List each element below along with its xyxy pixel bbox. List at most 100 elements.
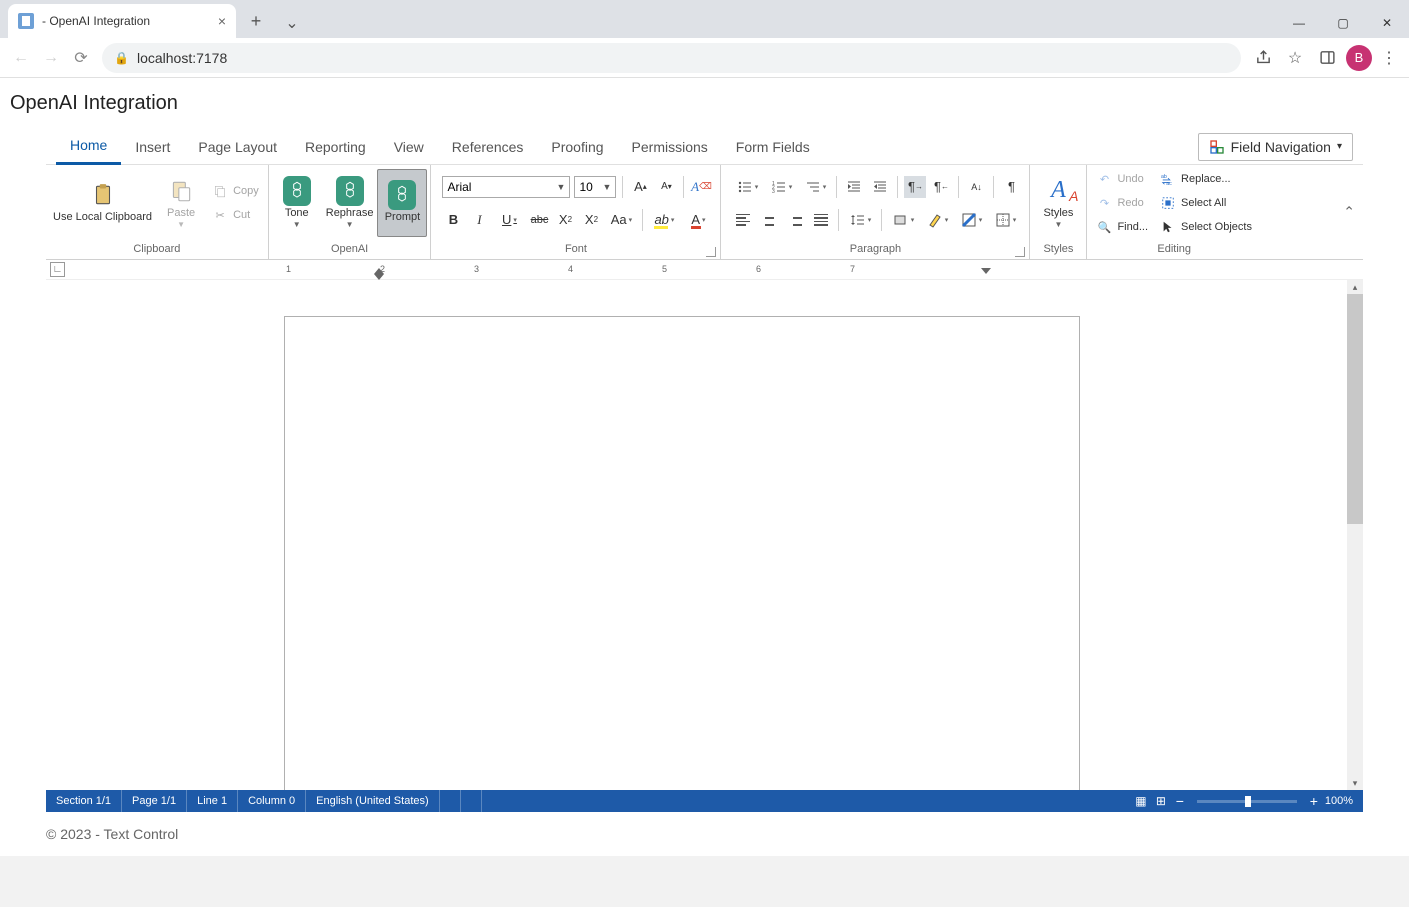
- status-language[interactable]: English (United States): [306, 790, 440, 812]
- redo-button[interactable]: ↷Redo: [1092, 192, 1152, 214]
- superscript-button[interactable]: X2: [580, 209, 602, 231]
- justify-button[interactable]: [810, 209, 832, 231]
- numbering-button[interactable]: 123▾: [766, 176, 796, 198]
- underline-button[interactable]: U▾: [494, 209, 524, 231]
- find-button[interactable]: 🔍Find...: [1092, 216, 1152, 238]
- sort-button[interactable]: A↓: [965, 176, 987, 198]
- ruler-corner-icon[interactable]: ∟: [50, 262, 65, 277]
- status-column[interactable]: Column 0: [238, 790, 306, 812]
- replace-label: Replace...: [1181, 173, 1231, 185]
- address-bar[interactable]: 🔒 localhost:7178: [102, 43, 1241, 73]
- right-indent-marker[interactable]: [981, 268, 991, 274]
- scroll-up-icon[interactable]: ▴: [1347, 280, 1363, 294]
- tab-permissions[interactable]: Permissions: [618, 129, 722, 165]
- window-close-button[interactable]: ✕: [1365, 8, 1409, 38]
- bookmark-icon[interactable]: ☆: [1279, 42, 1311, 74]
- grow-font-button[interactable]: A▴: [629, 176, 651, 198]
- document-viewport: ▴ ▾: [46, 280, 1363, 790]
- view-mode-2-icon[interactable]: ⊞: [1153, 793, 1169, 809]
- font-name-select[interactable]: Arial▼: [442, 176, 570, 198]
- undo-button[interactable]: ↶Undo: [1092, 168, 1152, 190]
- reload-button[interactable]: ⟳: [66, 43, 96, 73]
- align-left-button[interactable]: [732, 209, 754, 231]
- back-button[interactable]: ←: [6, 43, 36, 73]
- ltr-direction-button[interactable]: ¶→: [904, 176, 926, 198]
- view-mode-1-icon[interactable]: ▦: [1133, 793, 1149, 809]
- zoom-out-button[interactable]: −: [1173, 793, 1187, 809]
- share-icon[interactable]: [1247, 42, 1279, 74]
- zoom-thumb[interactable]: [1245, 796, 1251, 807]
- show-marks-button[interactable]: ¶: [1000, 176, 1022, 198]
- browser-toolbar: ← → ⟳ 🔒 localhost:7178 ☆ B ⋮: [0, 38, 1409, 78]
- tab-view[interactable]: View: [380, 129, 438, 165]
- subscript-button[interactable]: X2: [554, 209, 576, 231]
- tab-form-fields[interactable]: Form Fields: [722, 129, 824, 165]
- change-case-button[interactable]: Aa▾: [606, 209, 636, 231]
- prompt-button[interactable]: Prompt: [377, 169, 427, 237]
- tabs-menu-button[interactable]: ⌄: [270, 8, 314, 38]
- window-maximize-button[interactable]: ▢: [1321, 8, 1365, 38]
- strikethrough-button[interactable]: abc: [528, 209, 550, 231]
- zoom-slider[interactable]: [1197, 800, 1297, 803]
- align-right-button[interactable]: [784, 209, 806, 231]
- dialog-launcher-icon[interactable]: [1015, 247, 1025, 257]
- tab-close-icon[interactable]: ×: [218, 13, 226, 29]
- select-all-button[interactable]: Select All: [1156, 192, 1256, 214]
- decrease-indent-button[interactable]: [843, 176, 865, 198]
- new-tab-button[interactable]: +: [242, 7, 270, 35]
- rtl-direction-button[interactable]: ¶←: [930, 176, 952, 198]
- frame-color-button[interactable]: ▾: [956, 209, 986, 231]
- font-color-button[interactable]: A▾: [683, 209, 713, 231]
- status-section[interactable]: Section 1/1: [46, 790, 122, 812]
- status-line[interactable]: Line 1: [187, 790, 238, 812]
- collapse-ribbon-button[interactable]: ⌃: [1339, 200, 1359, 225]
- ruler-horizontal[interactable]: ∟ 1234567: [46, 260, 1363, 280]
- tab-references[interactable]: References: [438, 129, 538, 165]
- clear-formatting-button[interactable]: A⌫: [690, 176, 712, 198]
- line-spacing-button[interactable]: ▾: [845, 209, 875, 231]
- field-navigation-button[interactable]: Field Navigation ▾: [1198, 133, 1353, 161]
- tab-proofing[interactable]: Proofing: [537, 129, 617, 165]
- dialog-launcher-icon[interactable]: [706, 247, 716, 257]
- shrink-font-button[interactable]: A▾: [655, 176, 677, 198]
- profile-avatar[interactable]: B: [1343, 42, 1375, 74]
- forward-button[interactable]: →: [36, 43, 66, 73]
- cut-button[interactable]: ✂ Cut: [208, 204, 263, 226]
- replace-button[interactable]: abacReplace...: [1156, 168, 1256, 190]
- status-page[interactable]: Page 1/1: [122, 790, 187, 812]
- paste-button[interactable]: Paste ▼: [156, 169, 206, 237]
- browser-menu-button[interactable]: ⋮: [1375, 48, 1403, 68]
- highlight-color-button[interactable]: ab▾: [649, 209, 679, 231]
- styles-button[interactable]: AA Styles ▼: [1033, 169, 1083, 237]
- tone-button[interactable]: Tone ▼: [272, 169, 322, 237]
- multilevel-list-button[interactable]: ▾: [800, 176, 830, 198]
- copy-button[interactable]: Copy: [208, 180, 263, 202]
- align-center-button[interactable]: [758, 209, 780, 231]
- tab-home[interactable]: Home: [56, 129, 121, 165]
- italic-button[interactable]: I: [468, 209, 490, 231]
- borders-button[interactable]: ▾: [990, 209, 1020, 231]
- tab-page-layout[interactable]: Page Layout: [184, 129, 291, 165]
- shading-button[interactable]: ▾: [888, 209, 918, 231]
- browser-tab[interactable]: - OpenAI Integration ×: [8, 4, 236, 38]
- tab-reporting[interactable]: Reporting: [291, 129, 380, 165]
- scroll-down-icon[interactable]: ▾: [1347, 776, 1363, 790]
- zoom-in-button[interactable]: +: [1307, 793, 1321, 809]
- side-panel-icon[interactable]: [1311, 42, 1343, 74]
- page-color-button[interactable]: ▾: [922, 209, 952, 231]
- document-page[interactable]: [284, 316, 1080, 790]
- vertical-scrollbar[interactable]: ▴ ▾: [1347, 280, 1363, 790]
- font-size-select[interactable]: 10▼: [574, 176, 616, 198]
- zoom-percent[interactable]: 100%: [1325, 795, 1353, 807]
- group-paragraph: ▾ 123▾ ▾ ¶→ ¶← A↓ ¶: [721, 165, 1030, 259]
- use-local-clipboard-button[interactable]: Use Local Clipboard: [49, 169, 156, 237]
- tab-insert[interactable]: Insert: [121, 129, 184, 165]
- window-minimize-button[interactable]: —: [1277, 8, 1321, 38]
- select-objects-button[interactable]: Select Objects: [1156, 216, 1256, 238]
- bullets-button[interactable]: ▾: [732, 176, 762, 198]
- scroll-thumb[interactable]: [1347, 294, 1363, 524]
- increase-indent-button[interactable]: [869, 176, 891, 198]
- rephrase-button[interactable]: Rephrase ▼: [322, 169, 378, 237]
- bold-button[interactable]: B: [442, 209, 464, 231]
- ruler-vertical[interactable]: [50, 280, 66, 790]
